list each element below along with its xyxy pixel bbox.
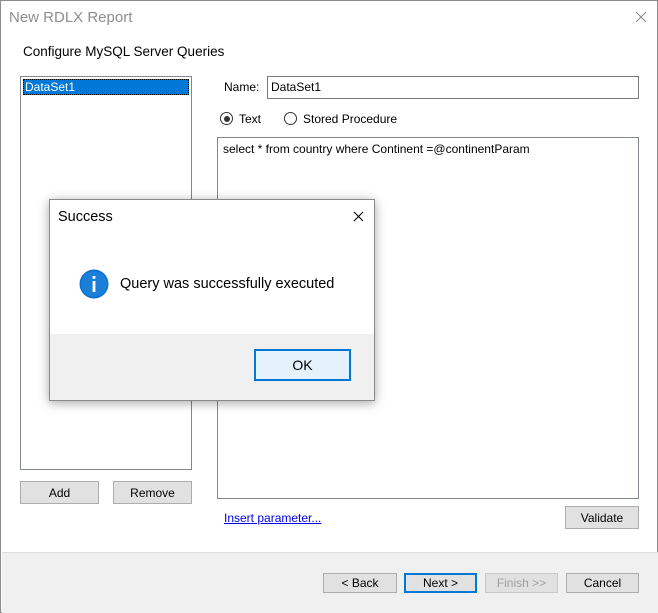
cancel-button[interactable]: Cancel — [566, 573, 639, 593]
stored-procedure-radio-label: Stored Procedure — [303, 112, 398, 126]
page-subtitle: Configure MySQL Server Queries — [23, 44, 225, 59]
dialog-title: Success — [58, 209, 113, 225]
add-button[interactable]: Add — [20, 481, 99, 504]
text-radio-label: Text — [239, 112, 262, 126]
next-button[interactable]: Next > — [404, 573, 477, 593]
list-item[interactable]: DataSet1 — [23, 79, 189, 95]
name-label: Name: — [224, 80, 260, 94]
success-dialog: Success Query was successfully executed … — [49, 199, 375, 401]
window-title: New RDLX Report — [9, 9, 133, 26]
finish-button[interactable]: Finish >> — [485, 573, 558, 593]
back-button[interactable]: < Back — [323, 573, 397, 593]
name-field[interactable]: DataSet1 — [267, 76, 639, 99]
remove-button[interactable]: Remove — [113, 481, 192, 504]
validate-button[interactable]: Validate — [565, 506, 639, 529]
close-icon[interactable] — [629, 5, 653, 29]
stored-procedure-radio[interactable] — [284, 112, 297, 125]
dialog-message: Query was successfully executed — [120, 276, 335, 292]
info-icon — [79, 269, 109, 299]
close-icon[interactable] — [348, 206, 368, 226]
ok-button[interactable]: OK — [254, 349, 351, 381]
insert-parameter-link[interactable]: Insert parameter... — [224, 511, 321, 525]
text-radio[interactable] — [220, 112, 233, 125]
query-text: select * from country where Continent =@… — [223, 142, 530, 156]
